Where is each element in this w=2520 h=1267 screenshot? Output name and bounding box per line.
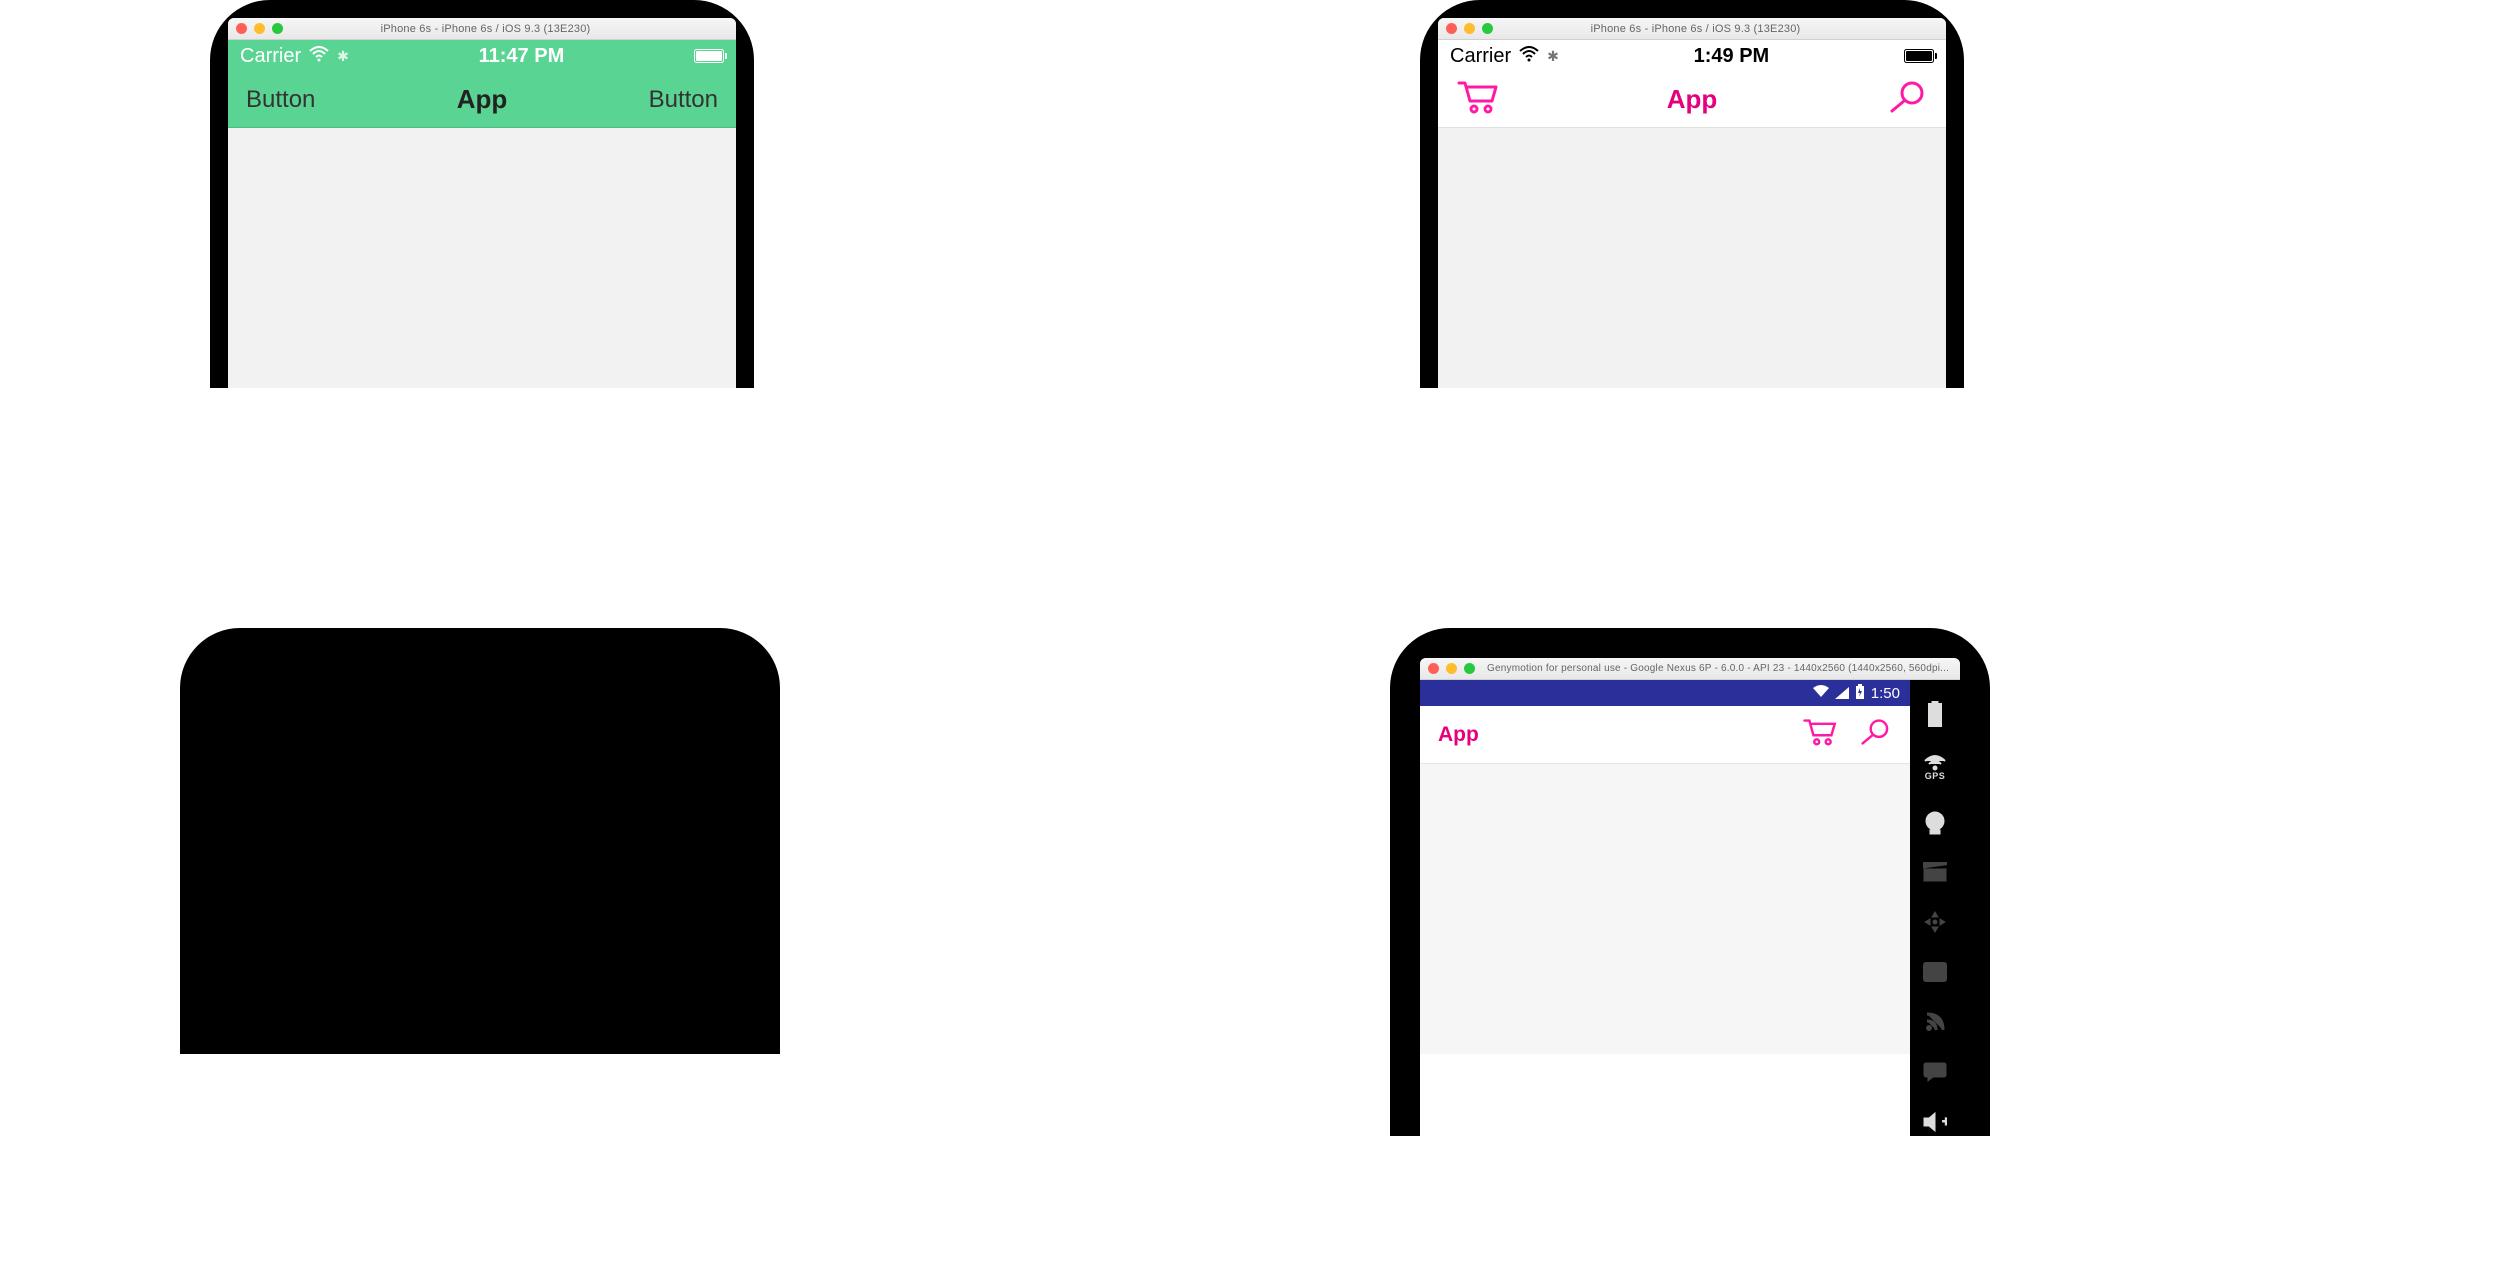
genymotion-sidebar: GPS ID (1910, 680, 1960, 1136)
spinner-icon: ✱ (1547, 48, 1559, 65)
cart-icon[interactable] (1456, 79, 1500, 120)
mac-titlebar: iPhone 6s - iPhone 6s / iOS 9.3 (13E230) (228, 18, 736, 40)
clock: 11:47 PM (349, 45, 694, 68)
carrier-label: Carrier (1450, 45, 1511, 68)
svg-text:+: + (1942, 1113, 1947, 1129)
nav-title: App (336, 84, 628, 115)
search-icon[interactable] (1856, 717, 1892, 752)
android-toolbar: App (1420, 706, 1910, 764)
battery-icon (1904, 49, 1934, 63)
android-status-bar: 1:50 (1420, 680, 1910, 706)
ios-nav-bar: Button App Button (228, 72, 736, 128)
window-title: Genymotion for personal use - Google Nex… (1481, 663, 1952, 674)
nav-right-button[interactable]: Button (649, 86, 718, 114)
wifi-icon (309, 46, 329, 67)
content-area (228, 128, 736, 388)
nav-left-button[interactable]: Button (246, 86, 315, 114)
ios-status-bar: Carrier ✱ 1:49 PM (1438, 40, 1946, 72)
nav-title: App (1546, 84, 1838, 115)
search-icon[interactable] (1884, 79, 1928, 120)
traffic-lights[interactable] (1428, 663, 1475, 674)
clapper-tool-icon[interactable] (1921, 858, 1949, 886)
mac-titlebar: Genymotion for personal use - Google Nex… (1420, 658, 1960, 680)
window-title: iPhone 6s - iPhone 6s / iOS 9.3 (13E230) (289, 23, 682, 35)
clock: 1:50 (1871, 685, 1900, 702)
camera-tool-icon[interactable] (1921, 808, 1949, 836)
battery-icon (1855, 684, 1865, 703)
traffic-lights[interactable] (236, 23, 283, 34)
gps-label: GPS (1925, 771, 1946, 781)
signal-icon (1835, 687, 1849, 699)
mac-titlebar: iPhone 6s - iPhone 6s / iOS 9.3 (13E230) (1438, 18, 1946, 40)
rss-tool-icon[interactable] (1921, 1008, 1949, 1036)
content-area (1420, 764, 1910, 1054)
content-area (1438, 128, 1946, 388)
dpad-tool-icon[interactable] (1921, 908, 1949, 936)
id-tool-icon[interactable]: ID (1921, 958, 1949, 986)
wifi-icon (1813, 685, 1829, 702)
sms-tool-icon[interactable] (1921, 1058, 1949, 1086)
toolbar-title: App (1438, 723, 1479, 747)
wifi-icon (1519, 46, 1539, 67)
battery-icon (694, 49, 724, 63)
gps-tool-icon[interactable]: GPS (1921, 750, 1949, 786)
window-title: iPhone 6s - iPhone 6s / iOS 9.3 (13E230) (1499, 23, 1892, 35)
volume-up-icon[interactable]: + (1921, 1108, 1949, 1136)
cart-icon[interactable] (1802, 717, 1838, 752)
traffic-lights[interactable] (1446, 23, 1493, 34)
battery-tool-icon[interactable] (1921, 700, 1949, 728)
carrier-label: Carrier (240, 45, 301, 68)
clock: 1:49 PM (1559, 45, 1904, 68)
ios-nav-bar: App (1438, 72, 1946, 128)
ios-status-bar: Carrier ✱ 11:47 PM (228, 40, 736, 72)
spinner-icon: ✱ (337, 48, 349, 65)
svg-text:ID: ID (1930, 968, 1940, 979)
